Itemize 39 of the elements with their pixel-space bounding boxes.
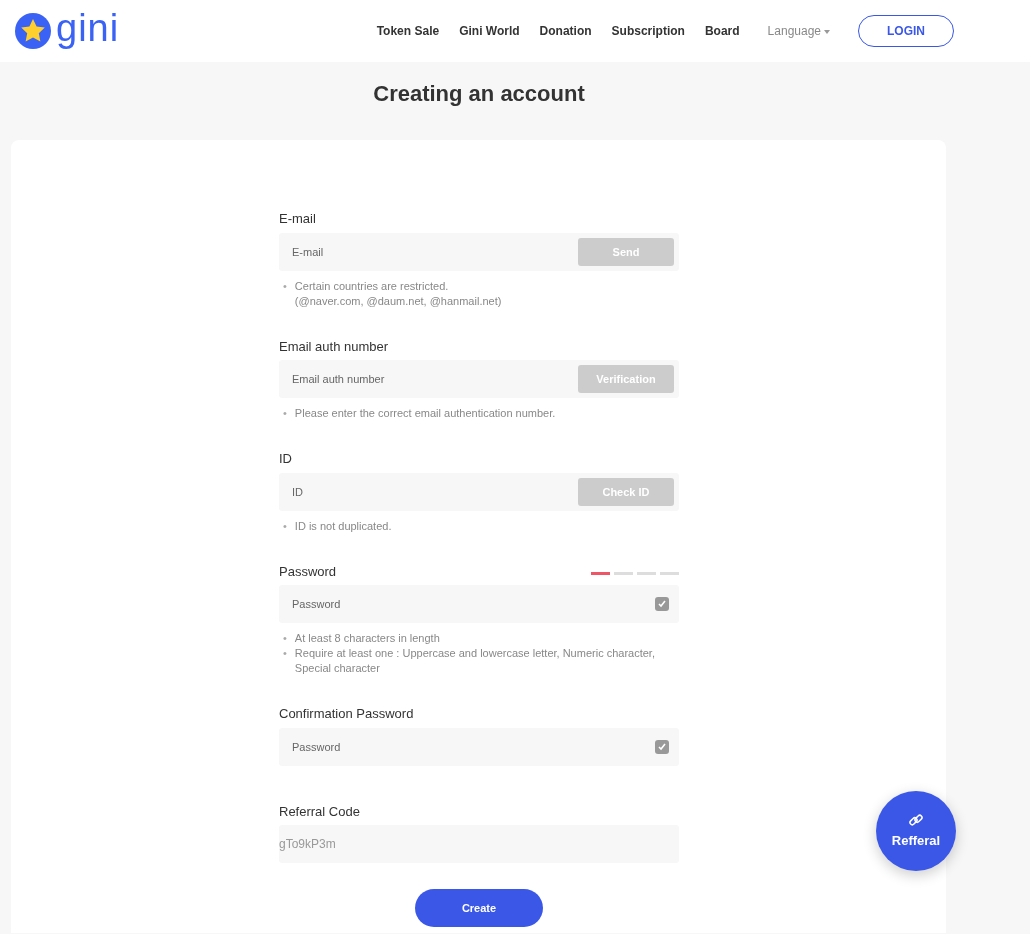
language-dropdown[interactable]: Language xyxy=(767,22,830,40)
hint-text: At least 8 characters in length xyxy=(294,631,440,647)
text-input[interactable]: Password xyxy=(292,596,655,613)
field-label: Referral Code xyxy=(279,802,360,821)
nav-link[interactable]: Gini World xyxy=(459,22,520,40)
hint-text: Require at least one : Uppercase and lowercase letter, Numeric character, Special character xyxy=(294,646,656,677)
check-icon xyxy=(655,597,669,612)
star-logo-icon xyxy=(14,12,52,50)
hint-text: Certain countries are restricted. (@naver.com, @daum.net, @hanmail.net) xyxy=(294,278,502,309)
input-field[interactable]: Password xyxy=(279,585,679,624)
bullet-icon: • xyxy=(283,406,287,422)
bullet-icon: • xyxy=(283,518,287,534)
nav-link[interactable]: Token Sale xyxy=(376,22,440,40)
field-label: Password xyxy=(279,562,337,581)
text-input[interactable]: E-mail xyxy=(292,243,578,261)
login-button[interactable]: LOGIN xyxy=(858,15,954,47)
nav-link[interactable]: Donation xyxy=(539,22,592,40)
create-button[interactable]: Create xyxy=(415,889,543,928)
bullet-icon: • xyxy=(283,278,287,294)
nav-link[interactable]: Subscription xyxy=(611,22,685,40)
field-label: ID xyxy=(279,450,292,469)
bullet-icon: • xyxy=(283,631,287,647)
text-input[interactable]: Email auth number xyxy=(292,371,578,388)
input-field[interactable]: Password xyxy=(279,727,679,766)
nav-link[interactable]: Board xyxy=(704,22,740,40)
text-input[interactable]: gTo9kP3m xyxy=(279,835,674,854)
link-icon xyxy=(908,811,924,828)
text-input[interactable]: Password xyxy=(292,738,655,756)
hint-text: Please enter the correct email authentication number. xyxy=(294,406,556,422)
hint-text: ID is not duplicated. xyxy=(294,518,392,534)
input-field[interactable]: gTo9kP3m xyxy=(279,825,679,864)
field-label: Confirmation Password xyxy=(279,705,414,724)
field-label: E-mail xyxy=(279,210,316,229)
check-icon xyxy=(655,739,669,754)
bullet-icon: • xyxy=(283,646,287,662)
text-input[interactable]: ID xyxy=(292,483,578,501)
field-label: Email auth number xyxy=(279,337,389,356)
page-title: Creating an account xyxy=(372,81,586,108)
logo[interactable]: gini xyxy=(14,12,120,50)
